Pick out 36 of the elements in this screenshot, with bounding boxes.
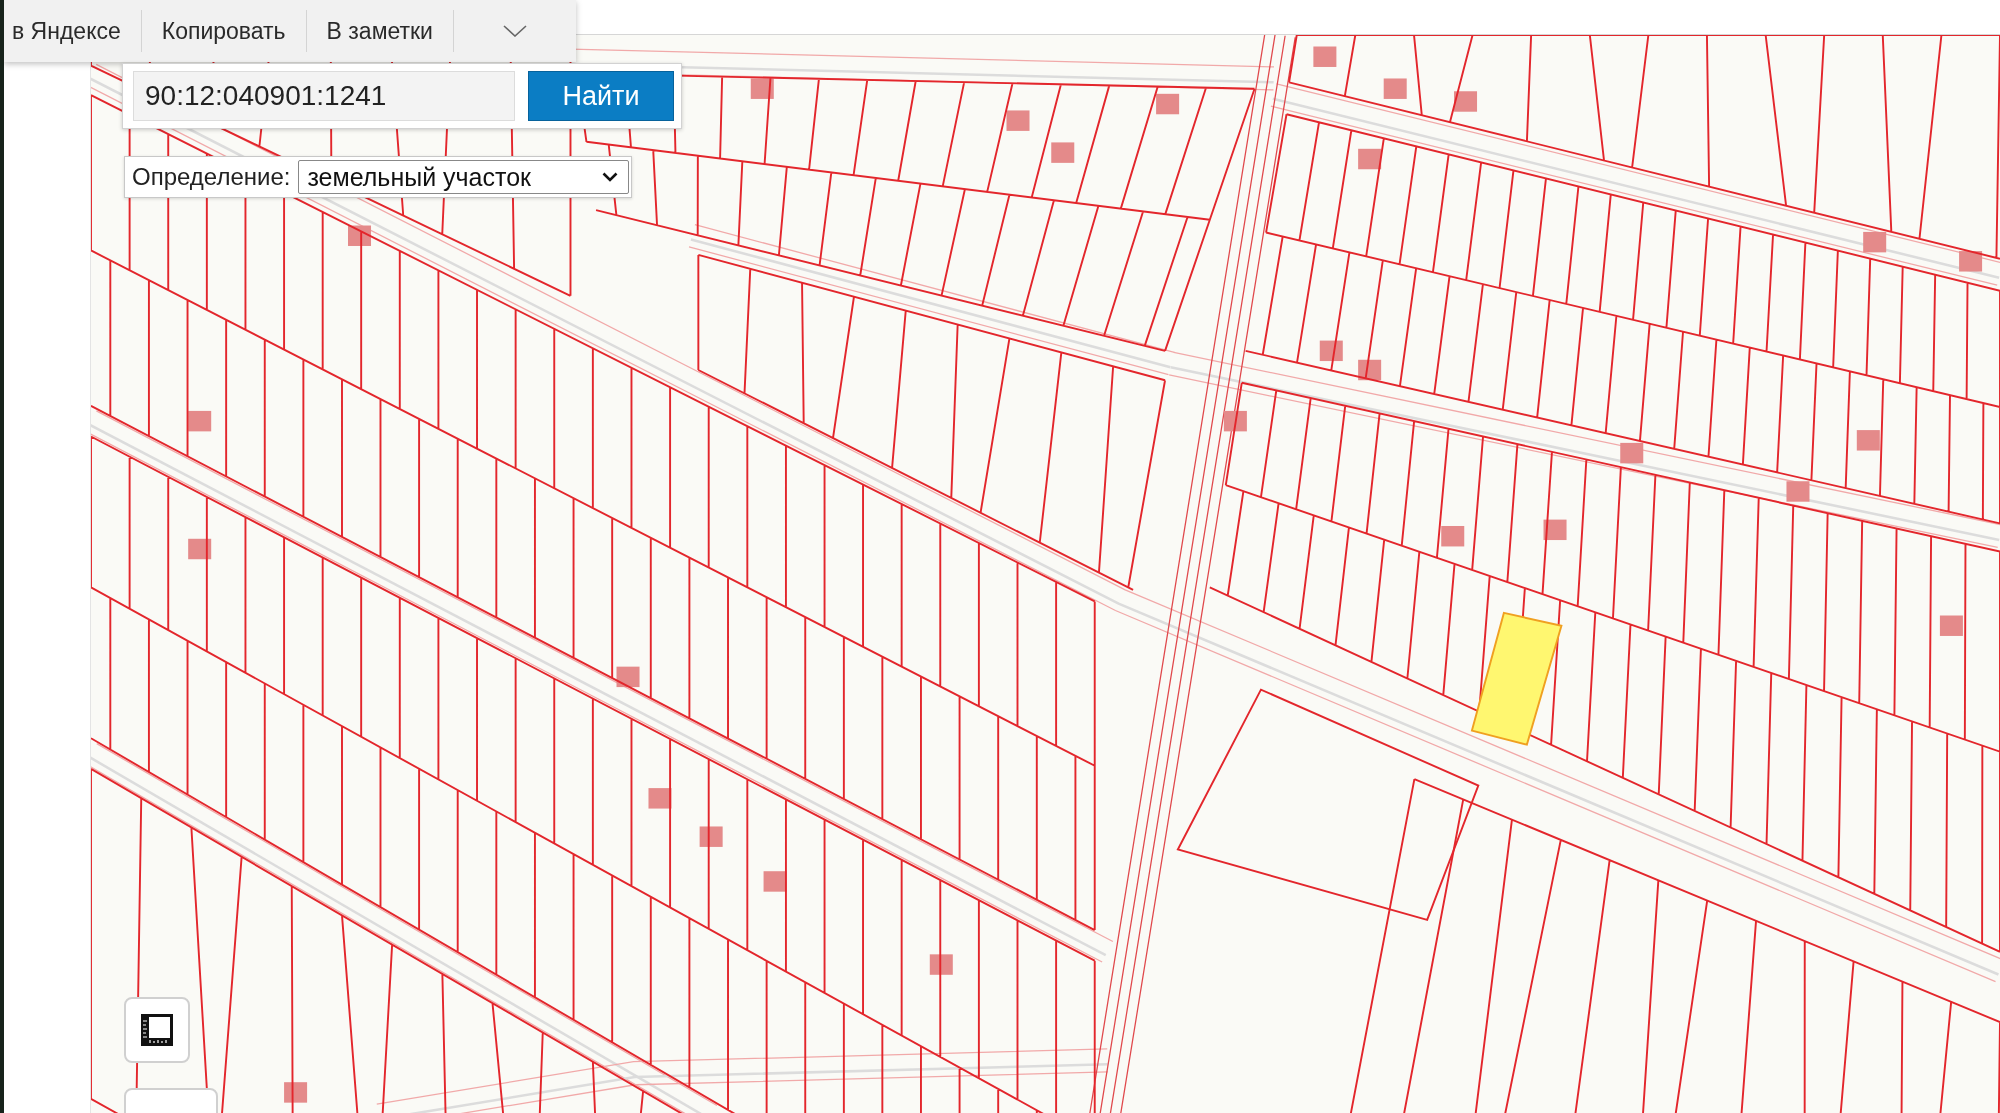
building [1939, 615, 1963, 636]
building [1319, 340, 1343, 362]
toolbar-item[interactable]: Копировать [140, 10, 306, 52]
building [284, 1082, 308, 1103]
building [1856, 430, 1880, 451]
building [648, 788, 672, 809]
building [1863, 231, 1887, 253]
ruler-icon [140, 1013, 174, 1047]
building [929, 954, 953, 975]
building [1543, 519, 1567, 541]
building [616, 666, 640, 688]
chevron-down-icon [502, 25, 527, 37]
toolbar-item[interactable]: в Яндексе [4, 10, 141, 52]
toolbar-item[interactable]: В заметки [305, 10, 453, 52]
building [1959, 251, 1983, 272]
chevron-down-icon [602, 172, 618, 182]
measure-button[interactable] [124, 997, 190, 1063]
building [188, 538, 212, 560]
building [188, 410, 212, 432]
building [1051, 142, 1075, 163]
building [1454, 91, 1478, 112]
building [1620, 442, 1644, 464]
building [1313, 46, 1337, 67]
building [699, 826, 723, 847]
building [763, 871, 787, 892]
building [1156, 93, 1180, 115]
search-field[interactable]: 90:12:040901:1241 [133, 71, 515, 121]
find-button[interactable]: Найти [528, 71, 674, 121]
building [1786, 481, 1810, 502]
highlighted-parcel[interactable] [1470, 611, 1563, 746]
building [1383, 78, 1407, 99]
definition-select[interactable]: земельный участок [298, 160, 629, 194]
building [1006, 110, 1030, 131]
definition-label: Определение: [132, 163, 291, 191]
building [1441, 526, 1465, 547]
building [1358, 148, 1382, 170]
